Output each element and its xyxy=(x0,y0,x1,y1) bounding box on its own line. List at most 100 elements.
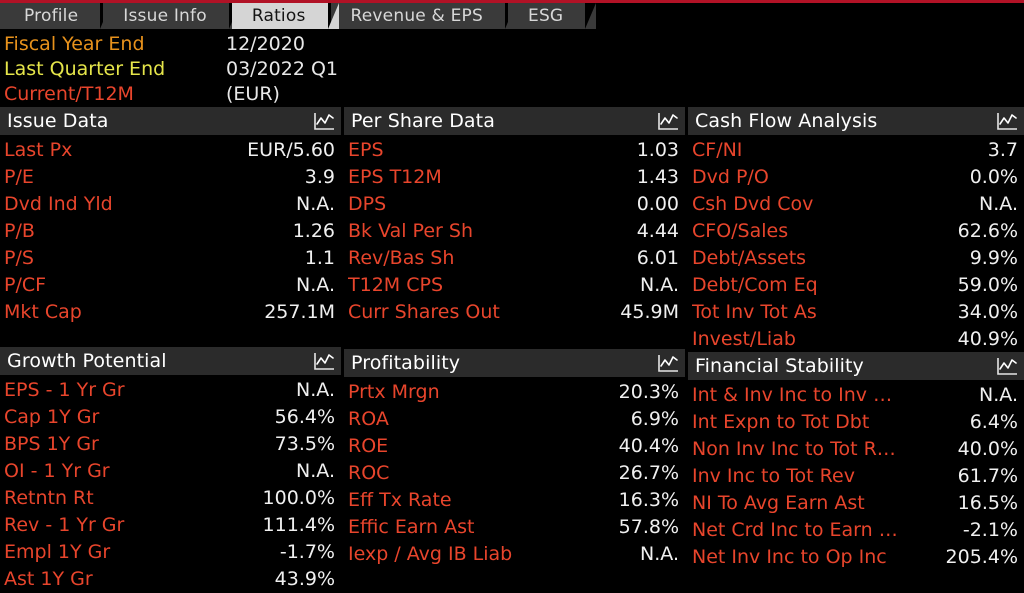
panel-rows: EPS 1.03 EPS T12M 1.43 DPS 0.00 Bk Val Per Sh 4… xyxy=(344,135,685,325)
metric-value: 61.7% xyxy=(957,464,1018,487)
metric-label: Curr Shares Out xyxy=(348,300,500,323)
metric-row[interactable]: Empl 1Y Gr -1.7% xyxy=(0,538,341,565)
tab-ratios[interactable]: Ratios xyxy=(231,3,339,29)
panel-issue-data: Issue Data Last Px EUR/5.60 P/E 3.9 Dvd Ind Y… xyxy=(0,107,341,325)
tab-issue-info[interactable]: Issue Info xyxy=(103,3,240,29)
metric-row[interactable]: P/B 1.26 xyxy=(0,217,341,244)
metric-label: ROE xyxy=(348,434,389,457)
line-chart-icon[interactable] xyxy=(996,357,1018,376)
metric-label: Net Crd Inc to Earn … xyxy=(692,518,898,541)
line-chart-icon[interactable] xyxy=(313,112,335,131)
tab-esg[interactable]: ESG xyxy=(508,3,597,29)
metric-value: 57.8% xyxy=(618,515,679,538)
metric-row[interactable]: CFO/Sales 62.6% xyxy=(688,217,1024,244)
metric-row[interactable]: Curr Shares Out 45.9M xyxy=(344,298,685,325)
metric-value: 0.0% xyxy=(969,165,1018,188)
panel-rows: EPS - 1 Yr Gr N.A. Cap 1Y Gr 56.4% BPS 1Y Gr… xyxy=(0,375,341,592)
metric-row[interactable]: Rev - 1 Yr Gr 111.4% xyxy=(0,511,341,538)
metric-row[interactable]: Debt/Assets 9.9% xyxy=(688,244,1024,271)
metric-row[interactable]: Retntn Rt 100.0% xyxy=(0,484,341,511)
metric-label: Int & Inv Inc to Inv … xyxy=(692,383,893,406)
line-chart-icon[interactable] xyxy=(657,354,679,373)
metric-value: 100.0% xyxy=(262,486,335,509)
metric-row[interactable]: P/E 3.9 xyxy=(0,163,341,190)
column-1: Issue Data Last Px EUR/5.60 P/E 3.9 Dvd Ind Y… xyxy=(0,107,341,592)
metric-row[interactable]: P/S 1.1 xyxy=(0,244,341,271)
metric-row[interactable]: Inv Inc to Tot Rev 61.7% xyxy=(688,462,1024,489)
metric-row[interactable]: Net Crd Inc to Earn … -2.1% xyxy=(688,516,1024,543)
metric-row[interactable]: Eff Tx Rate 16.3% xyxy=(344,486,685,513)
metric-value: -2.1% xyxy=(962,518,1018,541)
summary-value-last-quarter-end: 03/2022 Q1 xyxy=(226,57,339,80)
summary-label-last-quarter-end: Last Quarter End xyxy=(4,57,166,80)
metric-label: EPS T12M xyxy=(348,165,442,188)
metric-row[interactable]: Mkt Cap 257.1M xyxy=(0,298,341,325)
panel-rows: CF/NI 3.7 Dvd P/O 0.0% Csh Dvd Cov N.A. CFO/Sa… xyxy=(688,135,1024,352)
metric-row[interactable]: T12M CPS N.A. xyxy=(344,271,685,298)
metric-value: 4.44 xyxy=(636,219,679,242)
metric-row[interactable]: Prtx Mrgn 20.3% xyxy=(344,378,685,405)
metric-row[interactable]: DPS 0.00 xyxy=(344,190,685,217)
metric-row[interactable]: P/CF N.A. xyxy=(0,271,341,298)
metric-label: NI To Avg Earn Ast xyxy=(692,491,865,514)
metric-row[interactable]: Tot Inv Tot As 34.0% xyxy=(688,298,1024,325)
metric-value: 9.9% xyxy=(969,246,1018,269)
metric-row[interactable]: Iexp / Avg IB Liab N.A. xyxy=(344,540,685,567)
metric-row[interactable]: Ast 1Y Gr 43.9% xyxy=(0,565,341,592)
summary-value-current-t12m: (EUR) xyxy=(226,82,280,105)
metric-row[interactable]: ROE 40.4% xyxy=(344,432,685,459)
tab-label: Ratios xyxy=(251,6,306,26)
tab-revenue-eps[interactable]: Revenue & EPS xyxy=(330,3,517,29)
metric-value: 6.4% xyxy=(969,410,1018,433)
line-chart-icon[interactable] xyxy=(996,112,1018,131)
summary-label-current-t12m: Current/T12M xyxy=(4,82,134,105)
metric-label: Ast 1Y Gr xyxy=(4,567,93,590)
metric-value: N.A. xyxy=(296,378,335,401)
panel-title: Profitability xyxy=(351,352,461,374)
metric-row[interactable]: ROC 26.7% xyxy=(344,459,685,486)
metric-row[interactable]: EPS - 1 Yr Gr N.A. xyxy=(0,376,341,403)
panel-header: Issue Data xyxy=(0,107,341,135)
metric-row[interactable]: Non Inv Inc to Tot R… 40.0% xyxy=(688,435,1024,462)
metric-row[interactable]: Effic Earn Ast 57.8% xyxy=(344,513,685,540)
panel-financial-stability: Financial Stability Int & Inv Inc to Inv … xyxy=(688,352,1024,570)
metric-row[interactable]: EPS 1.03 xyxy=(344,136,685,163)
metric-row[interactable]: Int Expn to Tot Dbt 6.4% xyxy=(688,408,1024,435)
tab-profile[interactable]: Profile xyxy=(0,3,112,29)
metric-row[interactable]: BPS 1Y Gr 73.5% xyxy=(0,430,341,457)
panel-spacer xyxy=(0,325,341,347)
line-chart-icon[interactable] xyxy=(313,352,335,371)
metric-row[interactable]: Invest/Liab 40.9% xyxy=(688,325,1024,352)
metric-row[interactable]: OI - 1 Yr Gr N.A. xyxy=(0,457,341,484)
metric-value: 3.9 xyxy=(304,165,335,188)
metric-label: Inv Inc to Tot Rev xyxy=(692,464,855,487)
metric-row[interactable]: Bk Val Per Sh 4.44 xyxy=(344,217,685,244)
metric-row[interactable]: Rev/Bas Sh 6.01 xyxy=(344,244,685,271)
metric-label: Debt/Com Eq xyxy=(692,273,818,296)
metric-row[interactable]: CF/NI 3.7 xyxy=(688,136,1024,163)
metric-row[interactable]: Last Px EUR/5.60 xyxy=(0,136,341,163)
metric-row[interactable]: Dvd Ind Yld N.A. xyxy=(0,190,341,217)
panel-rows: Int & Inv Inc to Inv … N.A. Int Expn to To… xyxy=(688,380,1024,570)
metric-row[interactable]: NI To Avg Earn Ast 16.5% xyxy=(688,489,1024,516)
metric-row[interactable]: Int & Inv Inc to Inv … N.A. xyxy=(688,381,1024,408)
metric-value: N.A. xyxy=(979,192,1018,215)
metric-label: Tot Inv Tot As xyxy=(692,300,817,323)
metric-row[interactable]: Dvd P/O 0.0% xyxy=(688,163,1024,190)
tab-label: Issue Info xyxy=(123,6,207,26)
metric-row[interactable]: Debt/Com Eq 59.0% xyxy=(688,271,1024,298)
metric-label: Mkt Cap xyxy=(4,300,82,323)
summary-header: Fiscal Year End 12/2020 Last Quarter End 03… xyxy=(0,29,1024,107)
metric-row[interactable]: Csh Dvd Cov N.A. xyxy=(688,190,1024,217)
line-chart-icon[interactable] xyxy=(657,112,679,131)
metric-row[interactable]: Cap 1Y Gr 56.4% xyxy=(0,403,341,430)
panel-title: Issue Data xyxy=(7,110,109,132)
metric-row[interactable]: ROA 6.9% xyxy=(344,405,685,432)
metric-row[interactable]: EPS T12M 1.43 xyxy=(344,163,685,190)
metric-value: N.A. xyxy=(296,192,335,215)
metric-row[interactable]: Net Inv Inc to Op Inc 205.4% xyxy=(688,543,1024,570)
metric-value: EUR/5.60 xyxy=(247,138,335,161)
summary-row: Fiscal Year End 12/2020 xyxy=(4,31,1024,56)
metric-label: DPS xyxy=(348,192,387,215)
metric-value: 56.4% xyxy=(274,405,335,428)
